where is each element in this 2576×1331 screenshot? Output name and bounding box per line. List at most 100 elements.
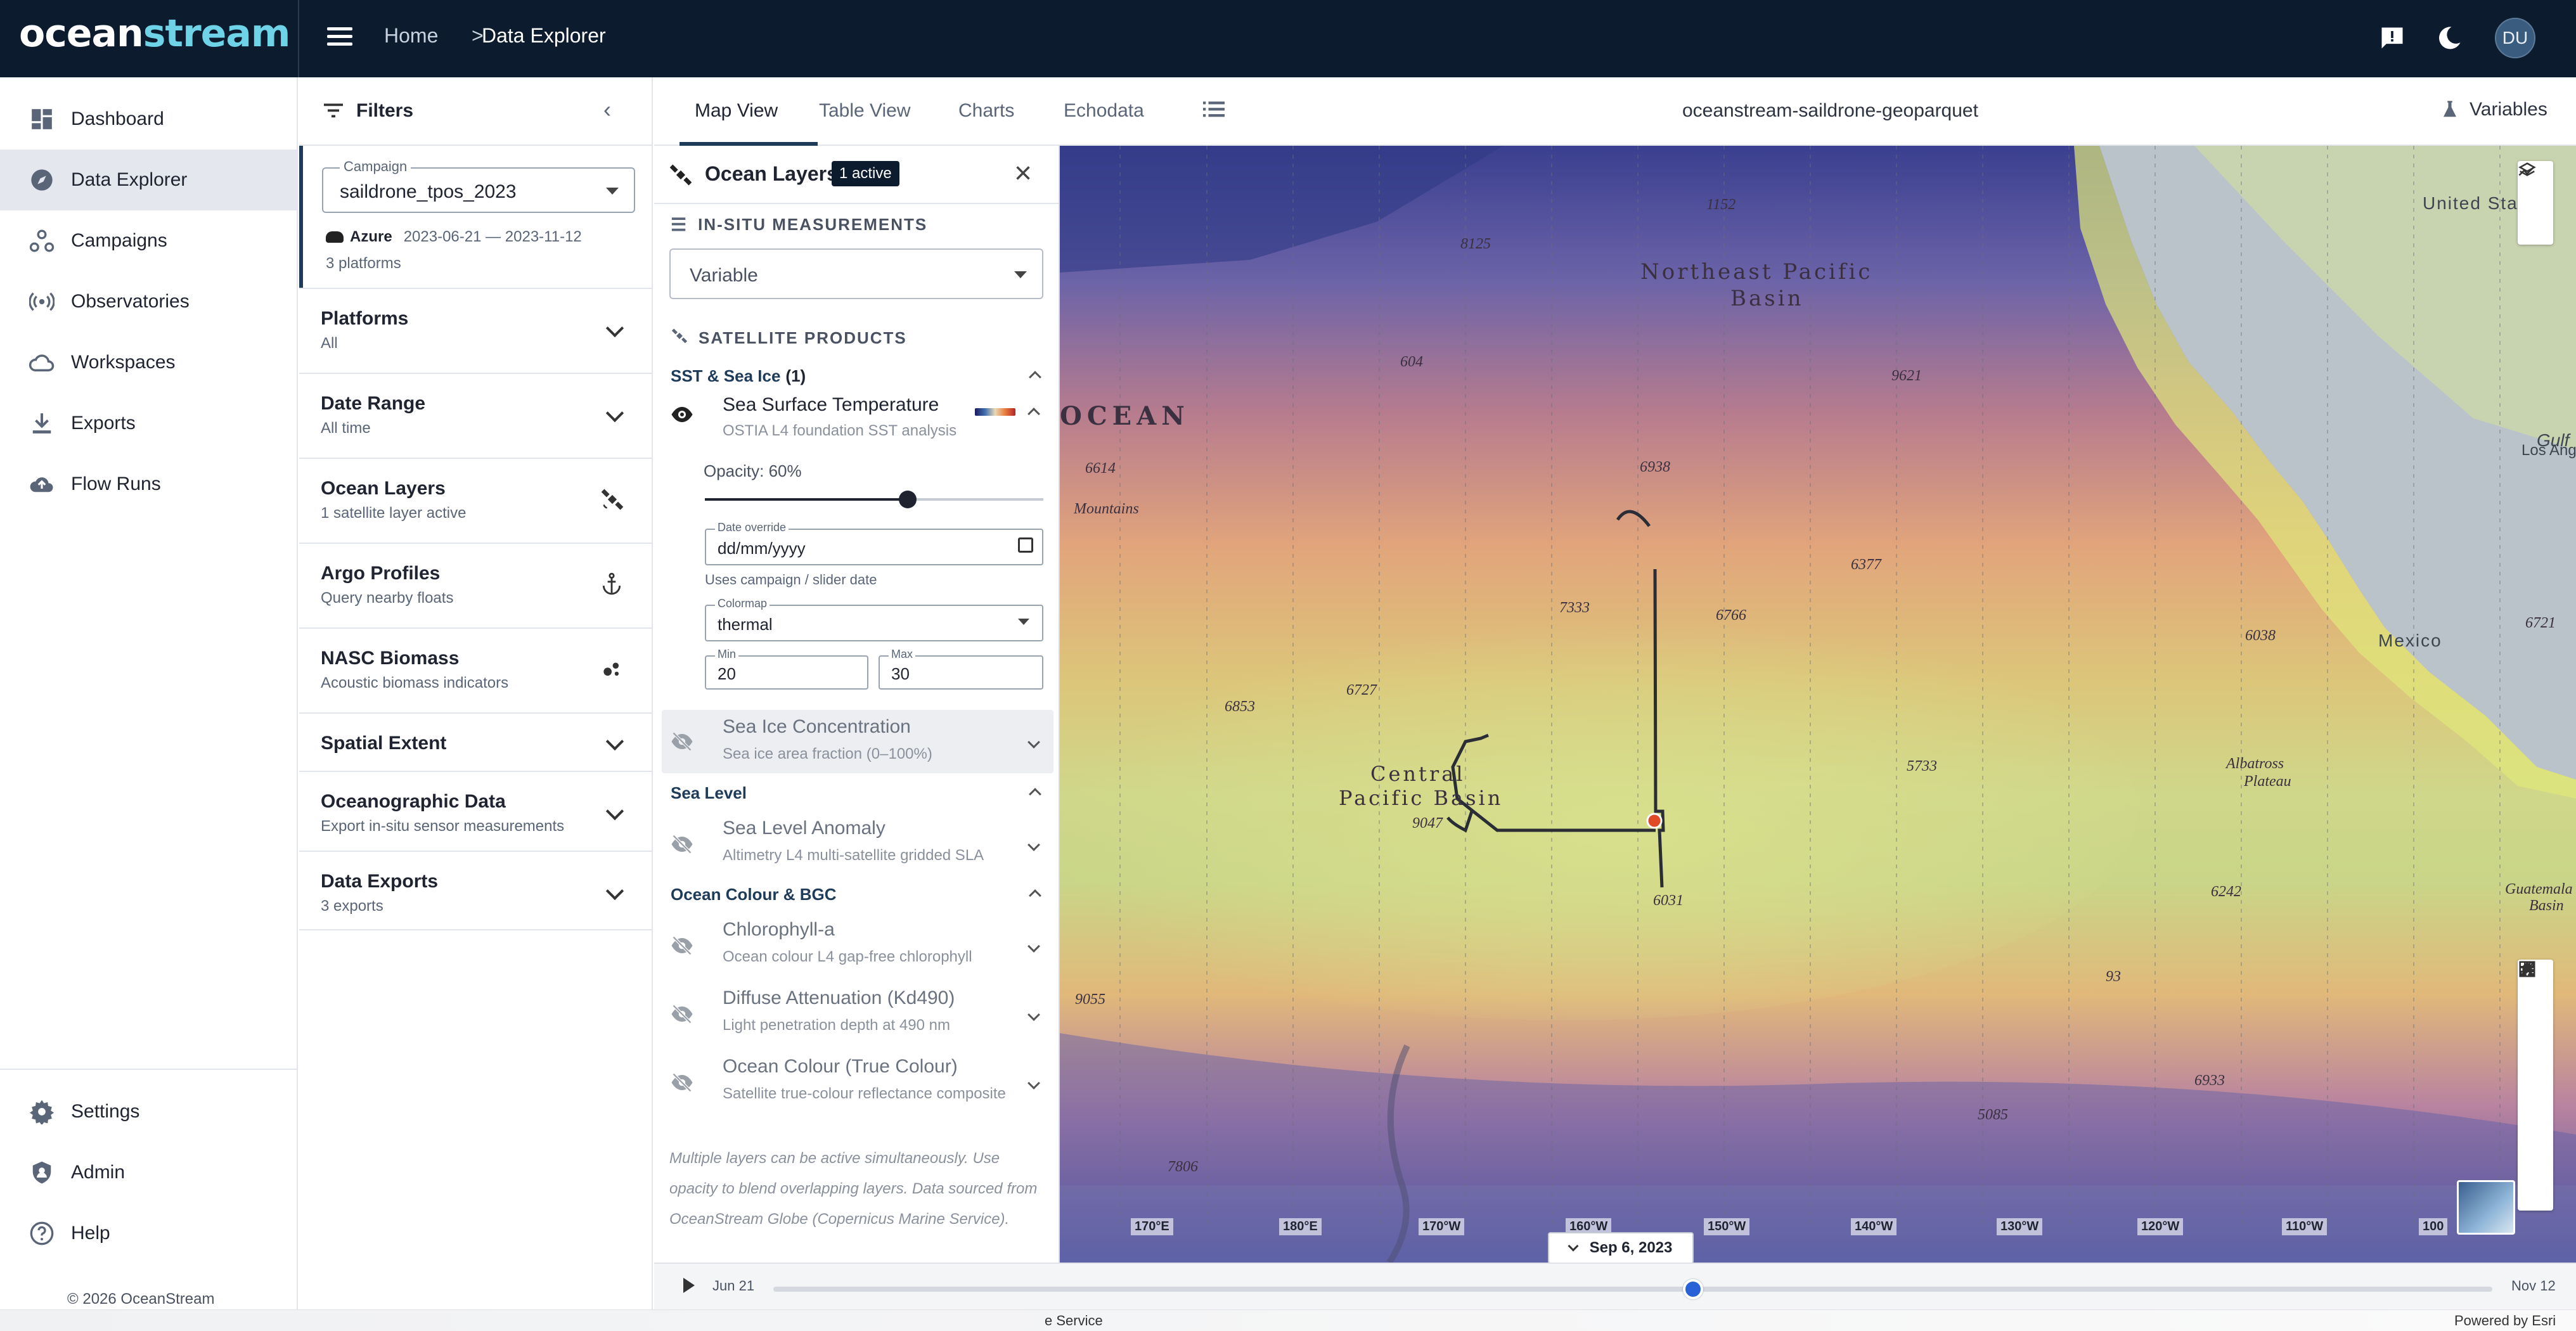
- section-subtitle: 1 satellite layer active: [321, 505, 467, 522]
- tab-map-view[interactable]: Map View: [695, 100, 778, 122]
- chevron-down-icon[interactable]: [1027, 1077, 1040, 1090]
- eye-off-icon[interactable]: [671, 730, 693, 758]
- date-override-field[interactable]: Date override dd/mm/yyyy: [705, 521, 1043, 565]
- filter-section-platforms[interactable]: Platforms All: [299, 288, 652, 373]
- tab-charts[interactable]: Charts: [958, 100, 1014, 122]
- layer-description: OSTIA L4 foundation SST analysis: [723, 422, 957, 439]
- chevron-down-icon[interactable]: [1027, 1008, 1040, 1021]
- filter-section-spatial-extent[interactable]: Spatial Extent: [299, 712, 652, 771]
- variables-button[interactable]: Variables: [2442, 99, 2547, 120]
- sidebar-item-dashboard[interactable]: Dashboard: [0, 89, 297, 150]
- depth-label: 7806: [1168, 1159, 1198, 1175]
- campaigns-icon: [28, 227, 56, 255]
- close-icon[interactable]: ×: [1014, 156, 1032, 191]
- filter-section-data-exports[interactable]: Data Exports 3 exports: [299, 851, 652, 930]
- feedback-icon[interactable]: [2373, 19, 2411, 57]
- draw-icon[interactable]: [2518, 967, 2553, 1127]
- layer-name: Ocean Colour (True Colour): [723, 1056, 958, 1077]
- eye-icon[interactable]: [671, 403, 693, 431]
- calendar-icon[interactable]: [1018, 537, 1033, 553]
- group-header-sst[interactable]: SST & Sea Ice (1): [671, 366, 806, 386]
- lon-label: 170°E: [1131, 1218, 1173, 1235]
- tab-table-view[interactable]: Table View: [819, 100, 911, 122]
- sidebar-item-flow-runs[interactable]: Flow Runs: [0, 454, 297, 515]
- breadcrumb-home[interactable]: Home: [384, 24, 438, 48]
- sidebar-item-data-explorer[interactable]: Data Explorer: [0, 150, 297, 210]
- chevron-down-icon[interactable]: [1027, 736, 1040, 749]
- play-icon[interactable]: [683, 1278, 695, 1293]
- timeline-slider-thumb[interactable]: [1682, 1279, 1703, 1299]
- sidebar-item-help[interactable]: Help: [0, 1203, 297, 1264]
- depth-label: 7333: [1559, 600, 1590, 616]
- basemap-toggle[interactable]: [2457, 1180, 2515, 1235]
- map-canvas[interactable]: 1152 8125 604 9621 6614 6938 6377 7333 6…: [1060, 146, 2576, 1263]
- eye-off-icon[interactable]: [671, 1003, 693, 1031]
- filter-section-argo-profiles[interactable]: Argo Profiles Query nearby floats: [299, 543, 652, 627]
- colormap-select[interactable]: Colormap thermal: [705, 597, 1043, 641]
- layer-item-sea-ice[interactable]: Sea Ice Concentration Sea ice area fract…: [658, 716, 1057, 773]
- campaign-platform-count: 3 platforms: [326, 255, 401, 272]
- chart-line-icon[interactable]: [2518, 165, 2553, 245]
- collapse-panel-icon[interactable]: ‹: [603, 96, 611, 123]
- dropdown-arrow-icon: [606, 188, 619, 195]
- layer-description: Light penetration depth at 490 nm: [723, 1017, 950, 1034]
- max-field[interactable]: Max 30: [879, 648, 1043, 690]
- land-label: Gulf: [2537, 430, 2572, 450]
- select-box-icon[interactable]: [2518, 961, 2553, 1085]
- sidebar-item-campaigns[interactable]: Campaigns: [0, 210, 297, 271]
- sidebar-item-label: Exports: [71, 413, 136, 434]
- opacity-slider[interactable]: [705, 491, 1043, 508]
- powered-by-text[interactable]: Powered by Esri: [2454, 1313, 2556, 1329]
- tab-echodata[interactable]: Echodata: [1064, 100, 1144, 122]
- filter-section-date-range[interactable]: Date Range All time: [299, 373, 652, 458]
- oceanstream-logo[interactable]: oceanstream: [19, 11, 290, 56]
- current-date-pill[interactable]: Sep 6, 2023: [1548, 1232, 1694, 1263]
- campaign-select[interactable]: Campaign saildrone_tpos_2023: [322, 158, 635, 213]
- grid-icon[interactable]: [2518, 961, 2553, 1043]
- layer-item-sea-level-anomaly[interactable]: Sea Level Anomaly Altimetry L4 multi-sat…: [658, 818, 1057, 875]
- timeline-slider[interactable]: [773, 1279, 2492, 1299]
- chevron-up-icon[interactable]: [1029, 371, 1041, 383]
- filters-panel: Filters ‹ Campaign saildrone_tpos_2023 A…: [299, 77, 653, 1331]
- chevron-up-icon[interactable]: [1027, 408, 1040, 420]
- variable-select[interactable]: Variable: [669, 248, 1043, 299]
- eye-off-icon[interactable]: [671, 1071, 693, 1099]
- compass-icon: [28, 166, 56, 194]
- min-field[interactable]: Min 20: [705, 648, 868, 690]
- region-label: Pacific Basin: [1339, 786, 1503, 810]
- group-header-sea-level[interactable]: Sea Level: [671, 783, 747, 803]
- expand-icon[interactable]: [2518, 961, 2553, 1169]
- map-controls-bottom: [2518, 960, 2553, 1211]
- filter-section-oceanographic-data[interactable]: Oceanographic Data Export in-situ sensor…: [299, 771, 652, 851]
- chevron-up-icon[interactable]: [1029, 788, 1041, 801]
- list-icon[interactable]: [1203, 100, 1225, 124]
- layer-item-true-colour[interactable]: Ocean Colour (True Colour) Satellite tru…: [658, 1056, 1057, 1113]
- timeline-end: Nov 12: [2511, 1278, 2556, 1294]
- sidebar-item-exports[interactable]: Exports: [0, 393, 297, 454]
- chevron-down-icon[interactable]: [1027, 839, 1040, 851]
- layer-item-kd490[interactable]: Diffuse Attenuation (Kd490) Light penetr…: [658, 987, 1057, 1045]
- cloud-upload-icon: [28, 470, 56, 498]
- filter-section-ocean-layers[interactable]: Ocean Layers 1 satellite layer active: [299, 458, 652, 543]
- eye-off-icon[interactable]: [671, 934, 693, 962]
- filter-section-nasc-biomass[interactable]: NASC Biomass Acoustic biomass indicators: [299, 627, 652, 712]
- depth-label: 9621: [1891, 368, 1922, 384]
- sidebar-item-workspaces[interactable]: Workspaces: [0, 332, 297, 393]
- group-header-ocean-colour[interactable]: Ocean Colour & BGC: [671, 885, 836, 904]
- eye-off-icon[interactable]: [671, 833, 693, 861]
- chevron-up-icon[interactable]: [1029, 889, 1041, 902]
- sidebar-item-settings[interactable]: Settings: [0, 1081, 297, 1142]
- menu-icon[interactable]: [323, 23, 356, 56]
- layer-item-chlorophyll[interactable]: Chlorophyll-a Ocean colour L4 gap-free c…: [658, 919, 1057, 976]
- depth-label: 6721: [2525, 615, 2556, 631]
- dark-mode-icon[interactable]: [2430, 19, 2468, 57]
- flask-icon: [2444, 101, 2456, 117]
- fullscreen-icon[interactable]: [2518, 961, 2553, 1211]
- chevron-down-icon[interactable]: [1027, 940, 1040, 953]
- layer-description: Sea ice area fraction (0–100%): [723, 745, 932, 762]
- sidebar-item-admin[interactable]: Admin: [0, 1142, 297, 1203]
- sidebar-item-observatories[interactable]: Observatories: [0, 271, 297, 332]
- layers-header: Ocean Layers 1 active ×: [654, 146, 1059, 204]
- download-icon: [28, 409, 56, 437]
- avatar[interactable]: DU: [2495, 18, 2535, 58]
